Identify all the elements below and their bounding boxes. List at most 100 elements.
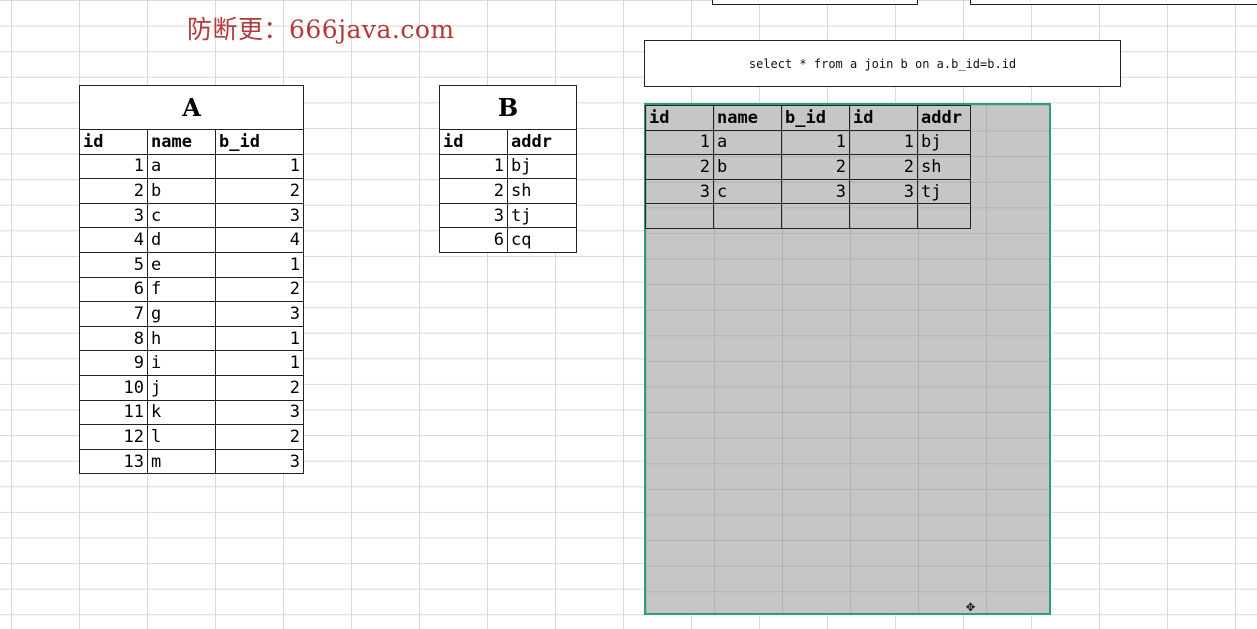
table-cell[interactable]: tj <box>506 202 578 229</box>
table-cell[interactable]: 2 <box>79 178 148 204</box>
table-cell[interactable]: 3 <box>849 178 918 205</box>
table-row[interactable]: 6f2 <box>79 276 305 303</box>
table-cell[interactable]: 2 <box>214 424 305 450</box>
table-cell[interactable]: 2 <box>645 154 714 180</box>
table-cell[interactable]: bj <box>506 153 578 180</box>
table-row[interactable]: 4d4 <box>79 227 305 253</box>
table-row[interactable]: 8h1 <box>79 325 305 352</box>
table-cell[interactable]: 11 <box>79 399 148 426</box>
table-cell[interactable]: 8 <box>79 325 148 352</box>
table-cell[interactable]: h <box>147 325 216 352</box>
table-cell[interactable]: 1 <box>849 129 918 156</box>
table-cell[interactable]: b <box>713 154 782 180</box>
table-cell[interactable]: i <box>147 350 216 376</box>
table-cell[interactable]: 12 <box>79 424 148 450</box>
table-row[interactable]: 11 k 3 <box>79 399 305 426</box>
table-cell[interactable] <box>713 203 782 229</box>
table-cell[interactable] <box>917 203 971 229</box>
table-cell[interactable]: l <box>147 424 216 450</box>
table-cell[interactable] <box>781 203 850 229</box>
table-row[interactable]: 6 cq <box>439 227 578 253</box>
table-cell[interactable] <box>849 203 918 229</box>
table-cell[interactable]: j <box>147 374 216 401</box>
table-cell[interactable]: 6 <box>439 227 508 253</box>
table-row[interactable]: 2 sh <box>439 178 578 204</box>
table-cell[interactable]: 3 <box>214 448 305 475</box>
table-row[interactable]: 13 m 3 <box>79 448 305 475</box>
table-cell[interactable]: 3 <box>214 301 305 327</box>
table-a-header-b-id[interactable]: b_id <box>214 129 305 155</box>
table-row[interactable]: 5e1 <box>79 251 305 278</box>
table-cell[interactable]: 1 <box>781 129 850 156</box>
table-cell[interactable]: 2 <box>214 374 305 401</box>
result-header-name[interactable]: name <box>713 105 782 131</box>
table-row[interactable]: 3c3 <box>79 202 305 229</box>
table-a-header-name[interactable]: name <box>147 129 216 155</box>
table-row[interactable]: 2 b 2 2 sh <box>645 154 971 180</box>
table-cell[interactable]: 1 <box>439 153 508 180</box>
table-row[interactable]: 7g3 <box>79 301 305 327</box>
result-header-addr[interactable]: addr <box>917 105 971 131</box>
join-result-table[interactable]: id name b_id id addr 1 a 1 1 bj 2 b 2 2 sh 3 c 3 3 tj <box>645 105 971 229</box>
table-cell[interactable]: 2 <box>214 276 305 303</box>
table-row[interactable]: 3 c 3 3 tj <box>645 178 971 205</box>
result-header-id[interactable]: id <box>645 105 714 131</box>
table-cell[interactable]: m <box>147 448 216 475</box>
table-cell[interactable]: 1 <box>645 129 714 156</box>
table-b-header-id[interactable]: id <box>439 129 508 155</box>
table-cell[interactable]: tj <box>917 178 971 205</box>
table-cell[interactable]: 2 <box>849 154 918 180</box>
table-cell[interactable]: 2 <box>214 178 305 204</box>
result-header-b-id-col[interactable]: id <box>849 105 918 131</box>
table-cell[interactable]: 1 <box>214 153 305 180</box>
table-row[interactable]: 10 j 2 <box>79 374 305 401</box>
table-row[interactable]: 3 tj <box>439 202 578 229</box>
table-cell[interactable]: d <box>147 227 216 253</box>
table-cell[interactable]: 3 <box>645 178 714 205</box>
table-cell[interactable]: 9 <box>79 350 148 376</box>
table-cell[interactable]: 3 <box>439 202 508 229</box>
table-b-header-addr[interactable]: addr <box>506 129 578 155</box>
table-cell[interactable] <box>645 203 714 229</box>
table-cell[interactable]: g <box>147 301 216 327</box>
result-header-b-id[interactable]: b_id <box>781 105 850 131</box>
table-cell[interactable]: c <box>147 202 216 229</box>
table-cell[interactable]: c <box>713 178 782 205</box>
table-cell[interactable]: sh <box>917 154 971 180</box>
table-row[interactable]: 2b2 <box>79 178 305 204</box>
table-cell[interactable]: 4 <box>214 227 305 253</box>
table-row[interactable]: 1 bj <box>439 153 578 180</box>
table-cell[interactable]: 3 <box>214 399 305 426</box>
table-a-title[interactable]: A <box>78 85 305 130</box>
table-cell[interactable]: bj <box>917 129 971 156</box>
table-cell[interactable]: 13 <box>79 448 148 475</box>
table-cell[interactable]: 3 <box>79 202 148 229</box>
table-cell[interactable]: f <box>147 276 216 303</box>
table-cell[interactable]: cq <box>506 227 578 253</box>
table-cell[interactable]: 1 <box>214 350 305 376</box>
table-row[interactable]: 1a1 <box>79 153 305 180</box>
table-cell[interactable]: 3 <box>781 178 850 205</box>
table-row[interactable]: 9i1 <box>79 350 305 376</box>
table-cell[interactable]: 3 <box>214 202 305 229</box>
table-cell[interactable]: a <box>147 153 216 180</box>
table-cell[interactable]: 1 <box>79 153 148 180</box>
table-cell[interactable]: a <box>713 129 782 156</box>
empty-table-row[interactable] <box>645 203 971 229</box>
table-cell[interactable]: sh <box>506 178 578 204</box>
table-cell[interactable]: b <box>147 178 216 204</box>
table-b[interactable]: B id addr 1 bj 2 sh 3 tj 6 cq <box>438 85 578 253</box>
table-cell[interactable]: 2 <box>781 154 850 180</box>
sql-query-box[interactable]: select * from a join b on a.b_id=b.id <box>644 40 1121 87</box>
table-row[interactable]: 12 l 2 <box>79 424 305 450</box>
table-cell[interactable]: k <box>147 399 216 426</box>
table-a-header-id[interactable]: id <box>79 129 148 155</box>
table-cell[interactable]: 1 <box>214 325 305 352</box>
table-cell[interactable]: 5 <box>79 251 148 278</box>
table-cell[interactable]: 6 <box>79 276 148 303</box>
table-b-title[interactable]: B <box>438 85 578 130</box>
table-cell[interactable]: 7 <box>79 301 148 327</box>
table-cell[interactable]: 10 <box>79 374 148 401</box>
table-cell[interactable]: 2 <box>439 178 508 204</box>
table-cell[interactable]: 1 <box>214 251 305 278</box>
